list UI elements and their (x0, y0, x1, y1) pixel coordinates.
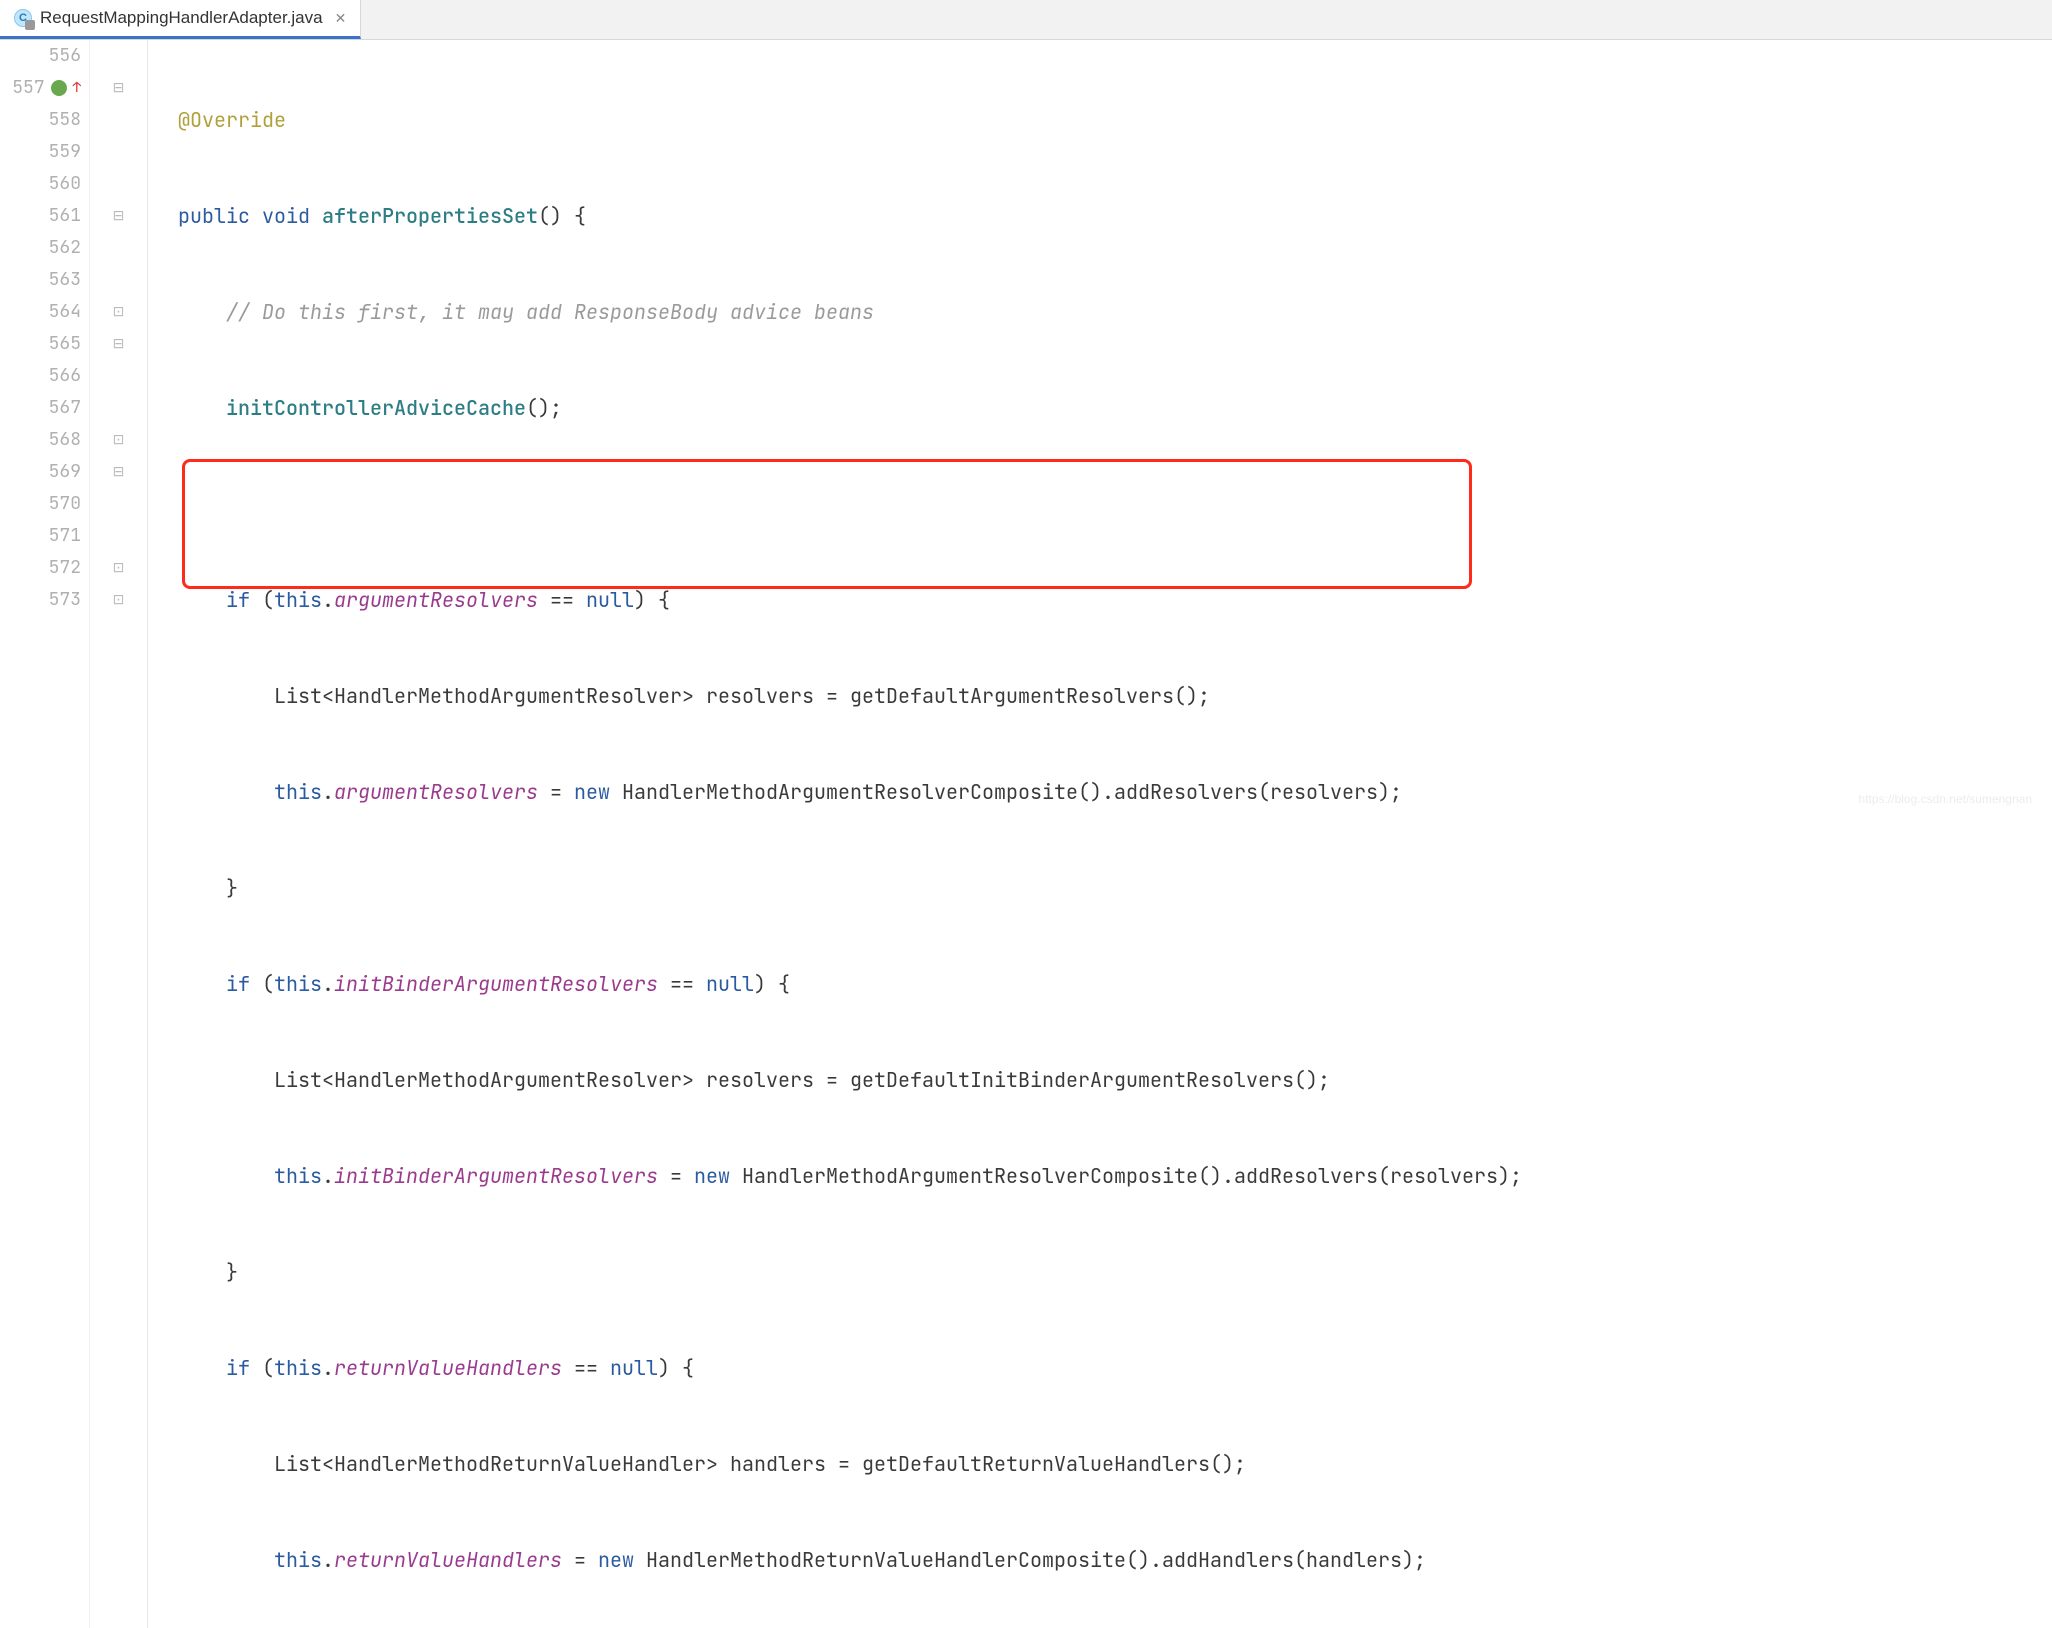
fold-toggle-icon[interactable]: ⊟ (90, 72, 147, 104)
code-content[interactable]: @Override public void afterPropertiesSet… (148, 40, 2052, 1628)
lock-icon (25, 20, 35, 30)
fold-toggle-icon[interactable]: ⊟ (90, 200, 147, 232)
fold-toggle-icon[interactable]: ⊟ (90, 328, 147, 360)
tab-filename: RequestMappingHandlerAdapter.java (40, 8, 323, 28)
code-editor[interactable]: 556 557↑ 558 559 560 561 562 563 564 565… (0, 40, 2052, 1628)
fold-end-icon[interactable]: ⊡ (90, 584, 147, 616)
fold-end-icon[interactable]: ⊡ (90, 424, 147, 456)
fold-end-icon[interactable]: ⊡ (90, 552, 147, 584)
watermark: https://blog.csdn.net/sumengnan (1859, 792, 2032, 806)
close-icon[interactable]: ✕ (335, 10, 347, 27)
highlight-annotation (182, 459, 1472, 589)
line-number-gutter: 556 557↑ 558 559 560 561 562 563 564 565… (0, 40, 90, 1628)
tab-bar: C RequestMappingHandlerAdapter.java ✕ (0, 0, 2052, 40)
fold-gutter: ⊟ ⊟ ⊡ ⊟ ⊡ ⊟ ⊡ ⊡ (90, 40, 148, 1628)
override-gutter-icon[interactable] (51, 80, 67, 96)
fold-end-icon[interactable]: ⊡ (90, 296, 147, 328)
editor-tab[interactable]: C RequestMappingHandlerAdapter.java ✕ (0, 0, 361, 39)
arrow-up-icon: ↑ (73, 72, 81, 104)
class-file-icon: C (14, 9, 32, 27)
fold-toggle-icon[interactable]: ⊟ (90, 456, 147, 488)
